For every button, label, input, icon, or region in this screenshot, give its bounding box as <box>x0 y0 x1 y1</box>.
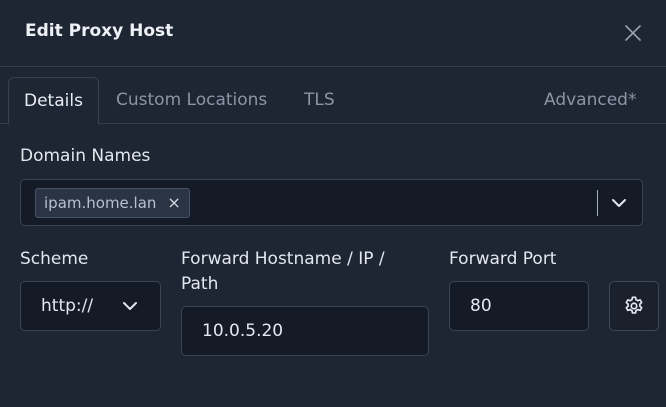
tab-details[interactable]: Details <box>8 77 99 125</box>
forward-port-value: 80 <box>470 296 492 316</box>
scheme-label: Scheme <box>20 249 89 269</box>
tab-bar: Details Custom Locations TLS Advanced* <box>0 67 666 125</box>
scheme-dropdown-toggle[interactable] <box>119 296 141 316</box>
gear-icon <box>625 296 643 314</box>
chevron-down-icon <box>123 302 137 310</box>
chip-remove-button[interactable]: × <box>167 195 180 211</box>
forward-host-label-line1: Forward Hostname / IP / <box>181 249 385 269</box>
forward-host-label-line2: Path <box>181 274 219 294</box>
domain-names-label: Domain Names <box>20 146 151 166</box>
tab-custom-locations[interactable]: Custom Locations <box>116 77 267 124</box>
domain-chip-text: ipam.home.lan <box>44 194 157 212</box>
scheme-value: http:// <box>41 296 94 316</box>
domain-dropdown-toggle[interactable] <box>607 192 631 214</box>
dialog-title: Edit Proxy Host <box>25 21 174 41</box>
edit-proxy-host-dialog: Edit Proxy Host Details Custom Locations… <box>0 0 666 407</box>
tab-tls[interactable]: TLS <box>304 77 335 124</box>
tab-advanced[interactable]: Advanced* <box>544 77 636 124</box>
chevron-down-icon <box>612 199 626 207</box>
close-button[interactable] <box>620 20 646 46</box>
forward-host-input[interactable]: 10.0.5.20 <box>181 306 429 356</box>
port-settings-button[interactable] <box>609 281 659 331</box>
forward-host-value: 10.0.5.20 <box>202 321 284 341</box>
scheme-select[interactable]: http:// <box>20 281 161 331</box>
forward-port-label: Forward Port <box>449 249 557 269</box>
dialog-header: Edit Proxy Host <box>0 0 666 67</box>
dropdown-divider <box>597 190 598 216</box>
forward-port-input[interactable]: 80 <box>449 281 589 331</box>
domain-chip: ipam.home.lan × <box>35 188 190 218</box>
domain-names-input[interactable]: ipam.home.lan × <box>20 179 643 226</box>
close-icon <box>625 25 641 41</box>
